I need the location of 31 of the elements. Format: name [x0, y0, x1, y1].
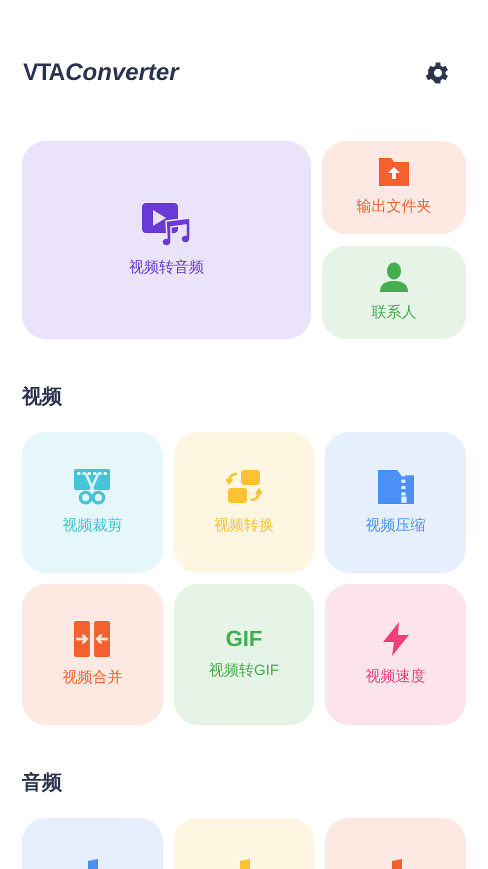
gif-icon: GIF — [226, 628, 262, 650]
shortcut-card[interactable]: 输出文件夹 — [322, 141, 466, 234]
tile-label: 视频裁剪 — [62, 517, 122, 536]
person-icon — [380, 262, 408, 292]
logo-suffix: Converter — [65, 60, 179, 84]
video-music-icon — [142, 202, 192, 247]
tool-card[interactable]: GIF 视频转GIF — [174, 584, 314, 725]
logo-prefix: VTA — [23, 60, 64, 84]
tool-card[interactable]: 视频压缩 — [325, 432, 466, 573]
merge-arrows-icon — [74, 621, 110, 658]
tile-label: 联系人 — [372, 304, 416, 323]
tool-card[interactable]: 视频转换 — [174, 432, 314, 573]
film-scissors-icon — [74, 469, 110, 506]
tile-label: 输出文件夹 — [356, 198, 432, 217]
tool-card[interactable]: 视频裁剪 — [22, 432, 163, 573]
lightning-icon — [382, 622, 409, 656]
tool-card[interactable]: 视频合并 — [22, 584, 163, 725]
tile-label: 视频速度 — [366, 668, 426, 687]
section-title: 音频 — [22, 773, 63, 793]
tile-label: 视频转换 — [214, 517, 274, 536]
folder-upload-icon — [379, 158, 409, 186]
swap-squares-icon — [226, 469, 262, 506]
zip-file-icon — [378, 469, 414, 506]
section-title: 视频 — [22, 387, 63, 407]
shortcut-card[interactable]: 联系人 — [322, 246, 466, 339]
tile-label: 视频合并 — [62, 669, 122, 688]
tile-label: 视频转音频 — [129, 258, 204, 278]
featured-card[interactable]: 视频转音频 — [22, 141, 311, 339]
tool-card[interactable]: 视频速度 — [325, 584, 466, 725]
tile-label: 视频转GIF — [208, 662, 279, 681]
tile-label: 视频压缩 — [366, 517, 426, 536]
